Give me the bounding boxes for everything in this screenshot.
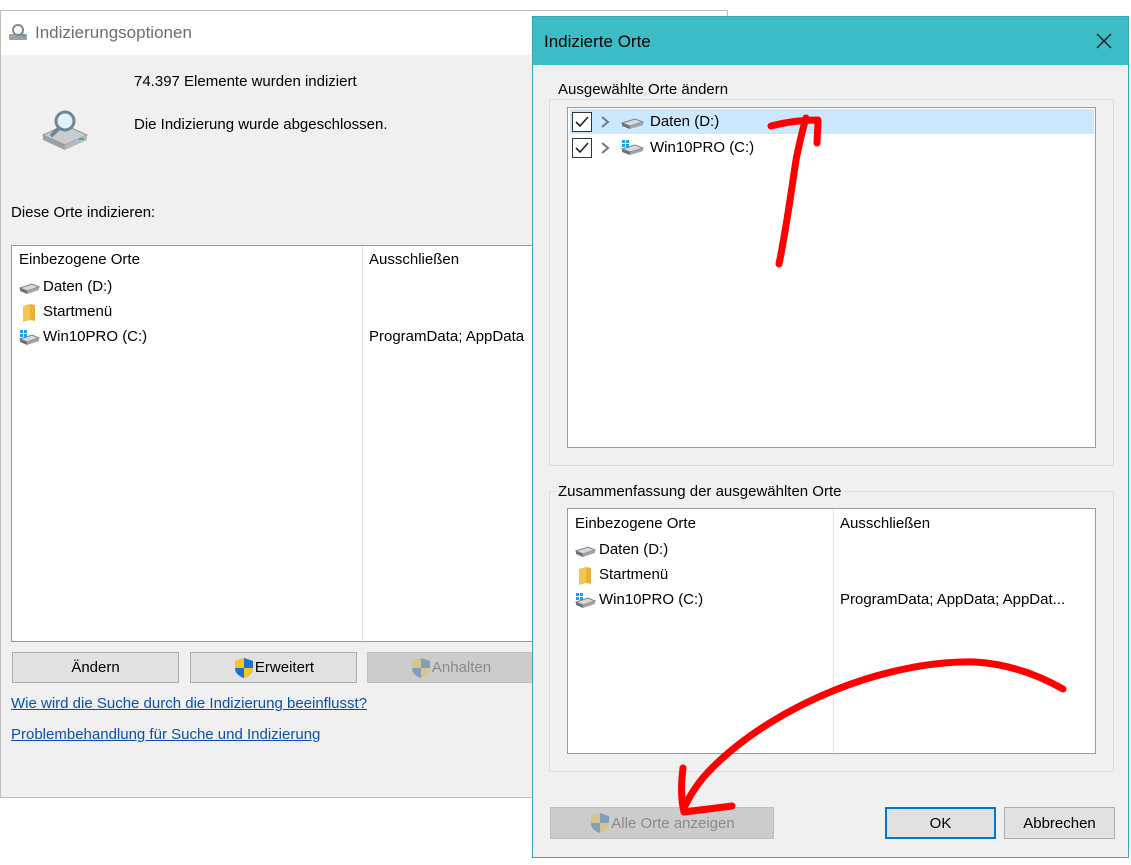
- drive-icon: [620, 118, 644, 129]
- column-header-included[interactable]: Einbezogene Orte: [19, 251, 140, 268]
- show-all-locations-button[interactable]: Alle Orte anzeigen: [550, 807, 774, 839]
- table-row[interactable]: Win10PRO (C:) ProgramData; AppData: [18, 326, 538, 350]
- help-link-indexing[interactable]: Wie wird die Suche durch die Indizierung…: [11, 695, 367, 712]
- windows-drive-icon: [18, 330, 40, 345]
- dialog-title-bar: Indizierte Orte: [533, 17, 1128, 65]
- indexing-drive-icon: [41, 110, 89, 150]
- close-icon[interactable]: [1095, 32, 1113, 50]
- folder-icon: [579, 567, 591, 585]
- column-header-exclude[interactable]: Ausschließen: [369, 251, 459, 268]
- table-row[interactable]: Startmenü: [18, 301, 538, 325]
- group-change-label: Ausgewählte Orte ändern: [555, 81, 732, 98]
- row-name: Win10PRO (C:): [43, 328, 148, 345]
- locations-table[interactable]: Einbezogene Orte Ausschließen Daten (D:)…: [11, 245, 541, 642]
- table-row[interactable]: Win10PRO (C:) ProgramData; AppData; AppD…: [574, 589, 1092, 613]
- tree-item-data-drive[interactable]: Daten (D:): [570, 109, 1094, 134]
- windows-drive-icon: [620, 140, 644, 155]
- row-name: Daten (D:): [43, 278, 113, 295]
- advanced-button-label: Erweitert: [254, 659, 315, 676]
- indexing-status: Die Indizierung wurde abgeschlossen.: [134, 116, 388, 133]
- location-tree[interactable]: Daten (D:) Win10PRO (C:): [567, 107, 1096, 448]
- drive-icon: [574, 546, 596, 557]
- group-summary-label: Zusammenfassung der ausgewählten Orte: [555, 483, 845, 500]
- pause-button-label: Anhalten: [431, 659, 492, 676]
- cancel-button[interactable]: Abbrechen: [1004, 807, 1115, 839]
- pause-button[interactable]: Anhalten: [367, 652, 534, 683]
- row-exclude: ProgramData; AppData; AppDat...: [840, 591, 1066, 608]
- ok-button[interactable]: OK: [885, 807, 996, 839]
- ok-button-label: OK: [929, 814, 952, 832]
- checkbox-checked-icon[interactable]: [572, 112, 592, 132]
- change-button-label: Ändern: [71, 659, 120, 676]
- table-row[interactable]: Daten (D:): [18, 276, 538, 300]
- cancel-button-label: Abbrechen: [1023, 814, 1096, 832]
- row-name: Win10PRO (C:): [599, 591, 704, 608]
- column-header-included[interactable]: Einbezogene Orte: [575, 515, 696, 532]
- shield-icon: [591, 813, 610, 833]
- help-link-troubleshoot[interactable]: Problembehandlung für Suche und Indizier…: [11, 726, 320, 743]
- indexed-locations-dialog: Indizierte Orte Ausgewählte Orte ändern …: [532, 16, 1129, 858]
- tree-item-windows-drive[interactable]: Win10PRO (C:): [570, 135, 1094, 160]
- section-label: Diese Orte indizieren:: [11, 204, 156, 221]
- chevron-right-icon[interactable]: [600, 142, 610, 154]
- indexing-icon: [9, 24, 27, 40]
- advanced-button[interactable]: Erweitert: [190, 652, 357, 683]
- checkbox-checked-icon[interactable]: [572, 138, 592, 158]
- shield-icon: [234, 657, 253, 678]
- indexed-count: 74.397 Elemente wurden indiziert: [134, 73, 357, 90]
- row-exclude: ProgramData; AppData: [369, 328, 525, 345]
- table-row[interactable]: Startmenü: [574, 564, 1092, 588]
- dialog-title: Indizierte Orte: [544, 32, 651, 51]
- change-button[interactable]: Ändern: [12, 652, 179, 683]
- window-title: Indizierungsoptionen: [35, 23, 192, 42]
- shield-icon: [411, 657, 430, 678]
- column-header-exclude[interactable]: Ausschließen: [840, 515, 930, 532]
- row-name: Startmenü: [43, 303, 113, 320]
- windows-drive-icon: [574, 593, 596, 608]
- tree-item-label: Daten (D:): [650, 113, 720, 130]
- row-name: Startmenü: [599, 566, 669, 583]
- chevron-right-icon[interactable]: [600, 116, 610, 128]
- summary-table[interactable]: Einbezogene Orte Ausschließen Daten (D:)…: [567, 508, 1096, 754]
- row-name: Daten (D:): [599, 541, 669, 558]
- show-all-locations-label: Alle Orte anzeigen: [611, 814, 735, 832]
- tree-item-label: Win10PRO (C:): [650, 139, 755, 156]
- table-row[interactable]: Daten (D:): [574, 539, 1092, 563]
- folder-icon: [23, 304, 35, 322]
- drive-icon: [18, 283, 40, 294]
